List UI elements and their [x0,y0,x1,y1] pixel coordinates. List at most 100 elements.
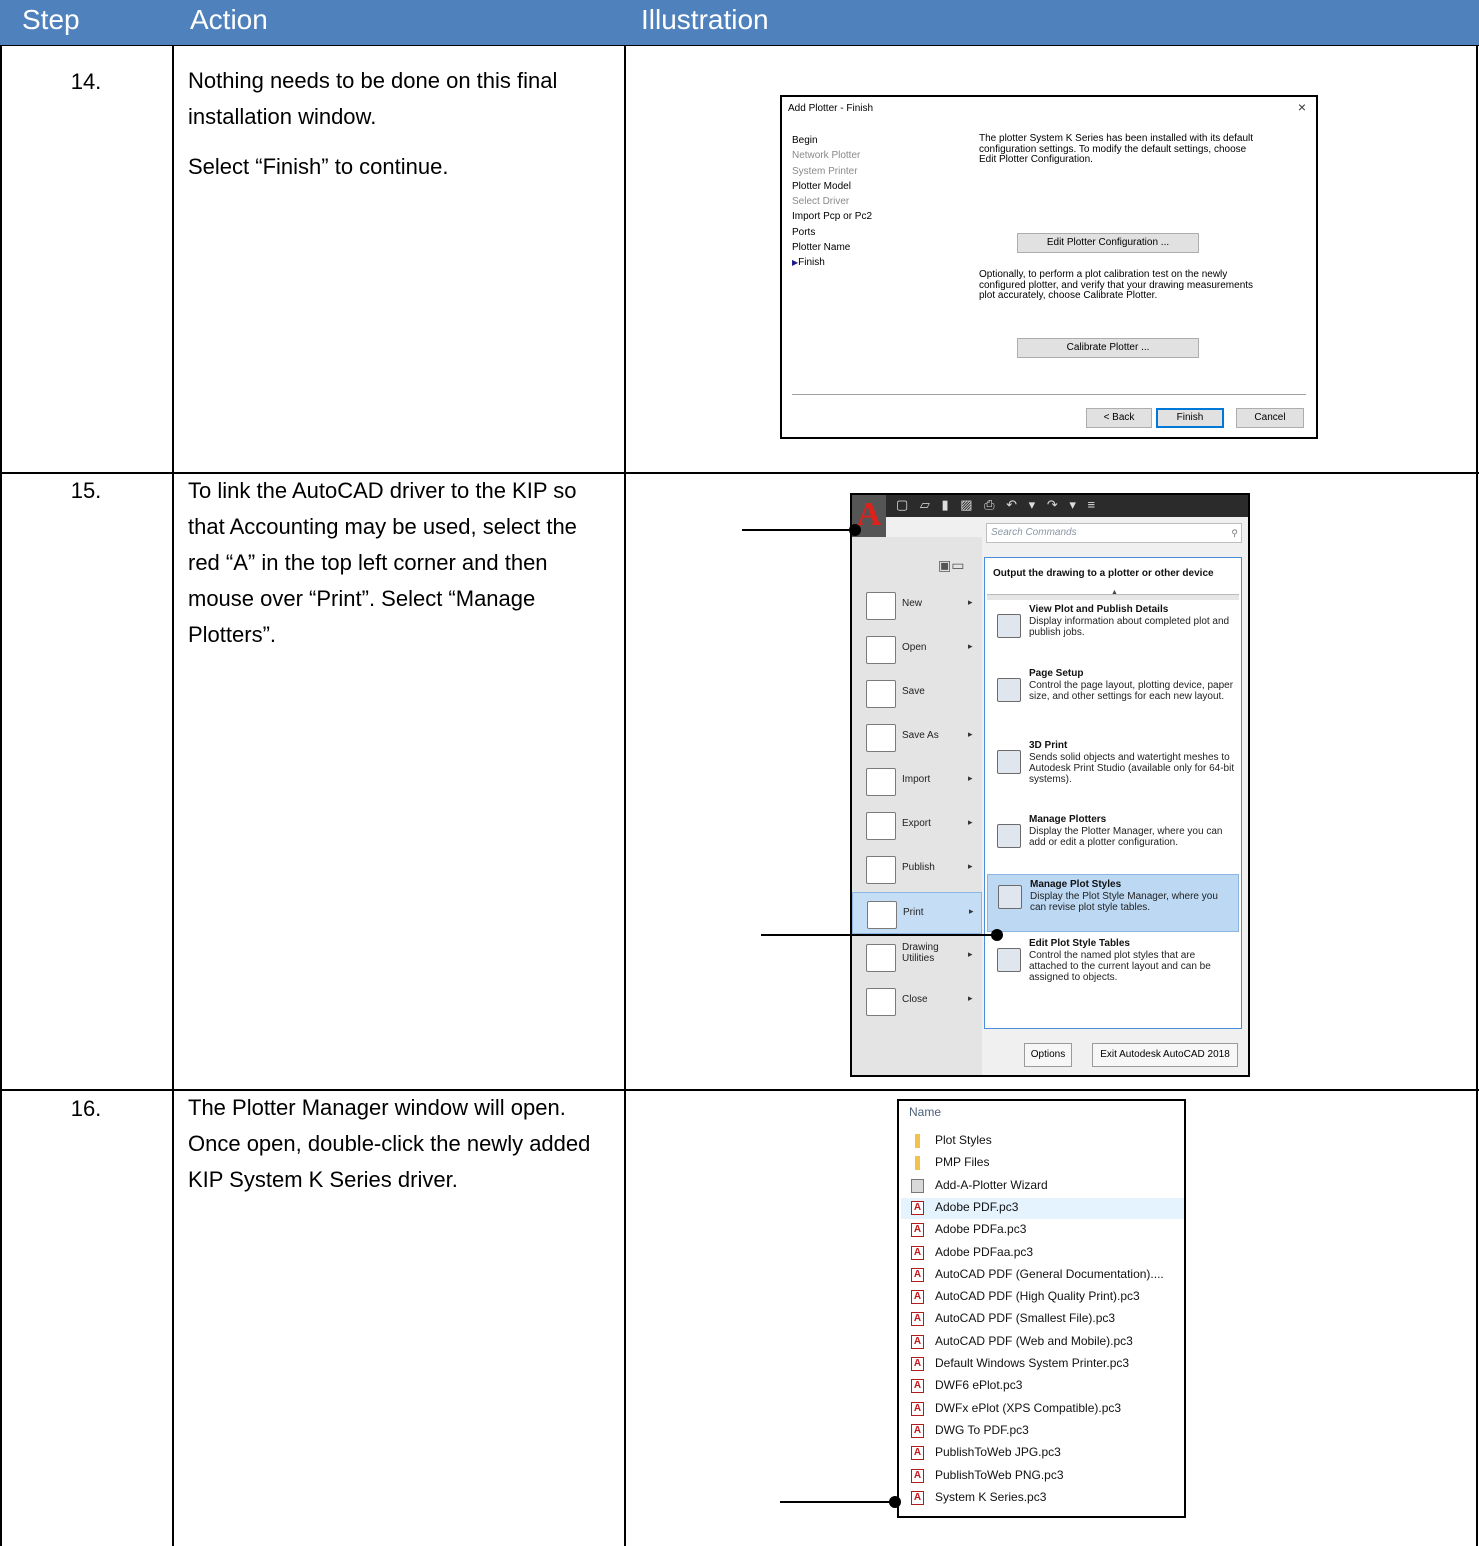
file-list-item[interactable]: A AutoCAD PDF (Web and Mobile).pc3 [901,1332,1184,1353]
wizard-step: Plotter Model [792,180,851,192]
file-list-item[interactable]: Add-A-Plotter Wizard [901,1176,1184,1197]
page-setup-icon [997,678,1021,702]
file-name: Add-A-Plotter Wizard [935,1177,1048,1192]
file-list-item[interactable]: Plot Styles [901,1131,1184,1152]
edit-plot-style-tables-icon [997,948,1021,972]
publish-icon [866,856,896,884]
submenu-arrow-icon: ▸ [968,861,973,871]
menu-item-label: New [902,598,923,609]
scroll-up-bar[interactable]: ▲ [987,589,1239,600]
print-icon [867,901,897,929]
pc3-file-icon: A [911,1490,924,1505]
pc3-file-icon: A [911,1379,924,1394]
scroll-up-icon: ▲ [1111,589,1118,596]
header-action: Action [190,4,268,35]
install-message: The plotter System K Series has been ins… [979,133,1299,166]
submenu-item-description: Control the named plot styles that are a… [1029,950,1211,983]
menu-item-drawing-utilities[interactable]: Drawing Utilities ▸ [852,936,982,978]
manage-plotters-icon [997,824,1021,848]
menu-item-import[interactable]: Import ▸ [852,760,982,802]
submenu-item-description: Display information about completed plot… [1029,616,1230,638]
file-list-item[interactable]: A DWF6 ePlot.pc3 [901,1376,1184,1397]
finish-button[interactable]: Finish [1156,408,1224,428]
submenu-item-title: View Plot and Publish Details [1029,604,1169,615]
submenu-item-manage-plot-styles[interactable]: Manage Plot Styles Display the Plot Style… [987,874,1239,932]
menu-item-label: Import [902,774,931,785]
wizard-step: Ports [792,226,816,238]
wizard-step: ▶Finish [792,255,872,270]
recent-open-documents-icons[interactable]: ▣▭ [938,557,964,574]
menu-item-save[interactable]: Save [852,672,982,714]
instruction-paragraph: Select “Finish” to continue. [188,154,449,179]
submenu-item-3d-print[interactable]: 3D Print Sends solid objects and watertig… [987,740,1239,804]
submenu-item-manage-plotters[interactable]: Manage Plotters Display the Plotter Manag… [987,814,1239,870]
menu-item-label: Export [902,818,931,829]
submenu-item-view-plot-and-publish-details[interactable]: View Plot and Publish Details Display inf… [987,604,1239,656]
menu-item-open[interactable]: Open ▸ [852,628,982,670]
name-column-header[interactable]: Name [909,1105,941,1119]
menu-item-new[interactable]: New ▸ [852,584,982,626]
autocad-application-menu: ▢ ▱ ▮ ▨ ⎙ ↶ ▾ ↷ ▾ ≡ A Search Commands ⚲ … [850,493,1250,1077]
file-list-item[interactable]: PMP Files [901,1153,1184,1174]
cancel-button[interactable]: Cancel [1236,408,1304,428]
file-list-item[interactable]: A Adobe PDFaa.pc3 [901,1243,1184,1264]
file-name: PublishToWeb JPG.pc3 [935,1445,1061,1460]
wizard-step: Network Plotter [792,150,861,162]
file-list-item[interactable]: A AutoCAD PDF (Smallest File).pc3 [901,1309,1184,1330]
file-list-item[interactable]: A System K Series.pc3 [901,1488,1184,1509]
file-list-item[interactable]: A Default Windows System Printer.pc3 [901,1354,1184,1375]
menu-item-label: Publish [902,862,935,873]
file-name: DWFx ePlot (XPS Compatible).pc3 [935,1400,1122,1415]
column-divider-1 [172,46,174,1546]
file-list-item[interactable]: A Adobe PDFa.pc3 [901,1220,1184,1241]
exit-autocad-button[interactable]: Exit Autodesk AutoCAD 2018 [1092,1043,1238,1067]
submenu-item-edit-plot-style-tables[interactable]: Edit Plot Style Tables Control the named … [987,938,1239,1008]
3d-print-icon [997,750,1021,774]
message-line: plot accurately, choose Calibrate Plotte… [979,290,1158,301]
file-name: Default Windows System Printer.pc3 [935,1356,1130,1370]
table-header: Step Action Illustration [0,0,1479,46]
menu-item-print[interactable]: Print ▸ [852,892,982,934]
submenu-item-page-setup[interactable]: Page Setup Control the page layout, plott… [987,668,1239,732]
submenu-arrow-icon: ▸ [968,949,973,959]
submenu-arrow-icon: ▸ [968,993,973,1003]
edit-plotter-configuration-button[interactable]: Edit Plotter Configuration ... [1017,233,1199,253]
file-list-item[interactable]: A PublishToWeb JPG.pc3 [901,1443,1184,1464]
open-icon [866,636,896,664]
menu-item-close[interactable]: Close ▸ [852,980,982,1022]
wizard-icon [911,1178,924,1193]
table-border-right [1476,46,1478,1546]
file-list-item[interactable]: A DWG To PDF.pc3 [901,1421,1184,1442]
pc3-file-icon: A [911,1423,924,1438]
calibrate-plotter-button[interactable]: Calibrate Plotter ... [1017,338,1199,358]
print-submenu-panel: Output the drawing to a plotter or other… [984,557,1242,1029]
submenu-arrow-icon: ▸ [969,906,974,916]
menu-item-save-as[interactable]: Save As ▸ [852,716,982,758]
file-name: PMP Files [935,1155,990,1170]
file-list-item[interactable]: A PublishToWeb PNG.pc3 [901,1466,1184,1487]
file-list-item[interactable]: A AutoCAD PDF (High Quality Print).pc3 [901,1287,1184,1308]
quick-access-icons[interactable]: ▢ ▱ ▮ ▨ ⎙ ↶ ▾ ↷ ▾ ≡ [896,497,1099,513]
add-plotter-finish-dialog: Add Plotter - Finish × Begin Network Plot… [780,95,1318,439]
search-commands-input[interactable]: Search Commands ⚲ [986,523,1242,543]
submenu-item-description: Display the Plotter Manager, where you c… [1029,826,1223,848]
options-button[interactable]: Options [1024,1043,1072,1067]
message-line: The plotter System K Series has been ins… [979,133,1254,144]
search-placeholder: Search Commands [991,527,1077,538]
pc3-file-icon: A [911,1223,924,1238]
menu-item-publish[interactable]: Publish ▸ [852,848,982,890]
file-list-item[interactable]: A DWFx ePlot (XPS Compatible).pc3 [901,1399,1184,1420]
message-line: Optionally, to perform a plot calibratio… [979,269,1228,280]
back-button[interactable]: < Back [1086,408,1152,428]
menu-item-export[interactable]: Export ▸ [852,804,982,846]
close-icon[interactable]: × [1298,99,1306,115]
callout-line [780,1501,894,1503]
search-icon[interactable]: ⚲ [1231,524,1238,542]
file-list-item[interactable]: A Adobe PDF.pc3 [901,1197,1184,1219]
file-list-item[interactable]: A AutoCAD PDF (General Documentation).... [901,1265,1184,1286]
new-icon [866,592,896,620]
file-name: AutoCAD PDF (General Documentation).... [935,1266,1164,1281]
submenu-item-title: Edit Plot Style Tables [1029,938,1130,949]
pc3-file-icon: A [911,1357,924,1371]
header-illustration: Illustration [641,4,769,35]
